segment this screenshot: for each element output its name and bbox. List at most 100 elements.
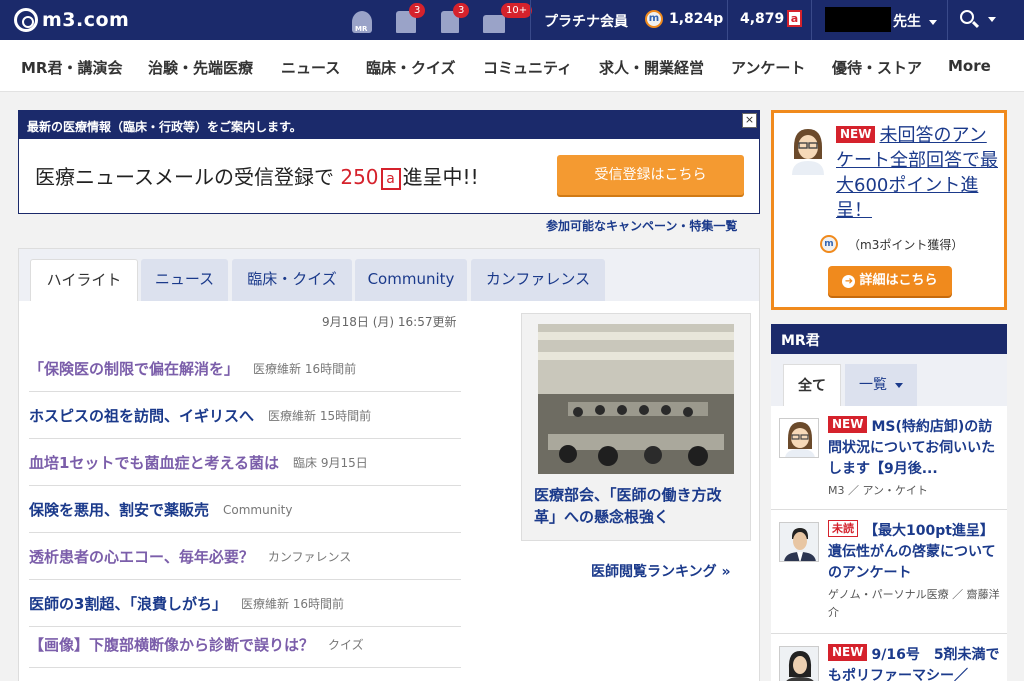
m3-point-icon: m bbox=[820, 235, 838, 253]
meeting-photo[interactable] bbox=[538, 324, 734, 474]
nav-item-more[interactable]: More bbox=[948, 57, 991, 75]
tab-news[interactable]: ニュース bbox=[141, 259, 228, 301]
nav-item-community[interactable]: コミュニティ bbox=[483, 57, 572, 78]
list-item[interactable]: 未読 【最大100pt進呈】遺伝性がんの啓蒙についてのアンケート ゲノム・パーソナ… bbox=[771, 510, 1007, 634]
redacted-username bbox=[825, 7, 891, 32]
news-meta: クイズ bbox=[328, 638, 364, 652]
promo-note: m （m3ポイント獲得） bbox=[820, 235, 963, 253]
news-item[interactable]: 透析患者の心エコー、毎年必要？ カンファレンス bbox=[29, 534, 461, 580]
avatar-illustration bbox=[780, 647, 818, 681]
highlight-panel: ハイライト ニュース 臨床・クイズ Community カンファレンス 9月18… bbox=[18, 248, 760, 681]
promo-link[interactable]: NEW 未回答のアンケート全部回答で最大600ポイント進呈！ bbox=[836, 123, 1004, 223]
gifts-badge: 10+ bbox=[501, 3, 533, 18]
news-title[interactable]: 医師の3割超、「浪費しがち」 bbox=[29, 593, 227, 614]
news-meta: 臨床 9月15日 bbox=[293, 456, 368, 470]
gift-icon[interactable]: 10+ bbox=[481, 3, 533, 33]
news-item[interactable]: 「保険医の制限で偏在解消を」 医療維新 16時間前 bbox=[29, 346, 461, 392]
news-meta: 医療維新 16時間前 bbox=[240, 597, 345, 611]
meeting-photo-graphic bbox=[538, 324, 734, 474]
register-button[interactable]: 受信登録はこちら bbox=[557, 155, 744, 195]
nav-item-clinical-trials[interactable]: 治験・先端医療 bbox=[148, 57, 253, 78]
tab-list-label: 一覧 bbox=[859, 377, 887, 393]
nav-item-mr-lecture[interactable]: MR君・講演会 bbox=[21, 57, 122, 78]
news-title[interactable]: ホスピスの祖を訪問、イギリスへ bbox=[29, 405, 254, 426]
news-title[interactable]: 【画像】下腹部横断像から診断で誤りは？ bbox=[29, 634, 314, 655]
chevron-down-icon bbox=[895, 382, 903, 388]
divider bbox=[811, 0, 812, 40]
list-item[interactable]: NEW MS(特約店卸)の訪問状況についてお伺いいたします【9月後... M3 ／… bbox=[771, 406, 1007, 510]
news-item[interactable]: ホスピスの祖を訪問、イギリスへ 医療維新 15時間前 bbox=[29, 393, 461, 439]
arrow-right-icon: ➜ bbox=[842, 275, 856, 288]
promo-note-text: （m3ポイント獲得） bbox=[848, 237, 964, 252]
news-title[interactable]: 血培1セットでも菌血症と考える菌は bbox=[29, 452, 279, 473]
close-icon[interactable]: × bbox=[742, 113, 757, 128]
m3-points[interactable]: 1,824p bbox=[669, 11, 723, 27]
banner-amount: 250 bbox=[340, 165, 379, 189]
mr-item-meta: M3 ／ アン・ケイト bbox=[828, 484, 928, 497]
tab-conference[interactable]: カンファレンス bbox=[471, 259, 605, 301]
news-meta: 医療維新 16時間前 bbox=[253, 362, 357, 376]
banner-text-before: 医療ニュースメールの受信登録で bbox=[35, 165, 334, 189]
news-item[interactable]: 保険を悪用、割安で薬販売 Community bbox=[29, 487, 461, 533]
top-bar: m3.com MR 3 3 10+ プラチナ会員 m 1,824p 4,879 … bbox=[0, 0, 1024, 40]
chevron-down-icon bbox=[929, 19, 937, 25]
nav-item-jobs[interactable]: 求人・開業経営 bbox=[599, 57, 704, 78]
action-point-icon: a bbox=[787, 10, 802, 27]
tab-all[interactable]: 全て bbox=[783, 364, 841, 406]
unread-badge: 未読 bbox=[828, 520, 858, 537]
news-title[interactable]: 「保険医の制限で偏在解消を」 bbox=[29, 358, 239, 379]
logo-text: m3.com bbox=[42, 9, 130, 31]
campaign-list-link[interactable]: 参加可能なキャンペーン・特集一覧 bbox=[546, 217, 737, 234]
new-badge: NEW bbox=[836, 126, 876, 143]
tab-highlight[interactable]: ハイライト bbox=[30, 259, 138, 301]
new-badge: NEW bbox=[828, 416, 868, 433]
search-icon[interactable] bbox=[960, 10, 974, 24]
tasks-icon[interactable]: 3 bbox=[437, 3, 470, 33]
m3-point-icon: m bbox=[645, 10, 663, 28]
content-tabs: ハイライト ニュース 臨床・クイズ Community カンファレンス bbox=[19, 249, 759, 301]
nav-item-clinical-quiz[interactable]: 臨床・クイズ bbox=[366, 57, 456, 78]
survey-promo: NEW 未回答のアンケート全部回答で最大600ポイント進呈！ m （m3ポイント獲… bbox=[771, 110, 1007, 310]
mr-item-title[interactable]: 未読 【最大100pt進呈】遺伝性がんの啓蒙についてのアンケート bbox=[828, 520, 1004, 584]
nav-item-news[interactable]: ニュース bbox=[281, 57, 340, 78]
news-meta: カンファレンス bbox=[267, 550, 352, 564]
news-item[interactable]: 【画像】下腹部横断像から診断で誤りは？ クイズ bbox=[29, 622, 461, 668]
nav-item-survey[interactable]: アンケート bbox=[731, 57, 805, 78]
list-item[interactable]: NEW 9/16号 5剤未満でもポリファーマシー／ bbox=[771, 634, 1007, 681]
news-title[interactable]: 保険を悪用、割安で薬販売 bbox=[29, 499, 209, 520]
tab-list[interactable]: 一覧 bbox=[845, 364, 917, 406]
m3-logo[interactable]: m3.com bbox=[14, 5, 129, 35]
detail-button-label: 詳細はこちら bbox=[859, 273, 938, 288]
update-timestamp: 9月18日 (月) 16:57更新 bbox=[322, 315, 457, 329]
messages-icon[interactable]: 3 bbox=[393, 3, 426, 33]
detail-button[interactable]: ➜ 詳細はこちら bbox=[828, 266, 952, 296]
news-meta: 医療維新 15時間前 bbox=[268, 409, 372, 423]
avatar-illustration bbox=[780, 523, 818, 561]
news-item[interactable]: 血培1セットでも菌血症と考える菌は 臨床 9月15日 bbox=[29, 440, 461, 486]
tab-clinical-quiz[interactable]: 臨床・クイズ bbox=[232, 259, 352, 301]
new-badge: NEW bbox=[828, 644, 868, 661]
mr-icon[interactable]: MR bbox=[349, 7, 375, 33]
feature-title[interactable]: 医療部会、「医師の働き方改革」への懸念根強く bbox=[534, 484, 744, 528]
tab-community[interactable]: Community bbox=[355, 259, 467, 301]
person-avatar bbox=[779, 646, 819, 681]
news-meta: Community bbox=[223, 502, 293, 517]
news-item[interactable]: 医師の3割超、「浪費しがち」 医療維新 16時間前 bbox=[29, 581, 461, 627]
news-mail-banner: 最新の医療情報（臨床・行政等）をご案内します。 × 医療ニュースメールの受信登録… bbox=[18, 110, 760, 214]
banner-message: 医療ニュースメールの受信登録で 250 a 進呈中!! bbox=[35, 161, 479, 190]
mr-item-title[interactable]: NEW 9/16号 5剤未満でもポリファーマシー／ bbox=[828, 644, 1004, 681]
news-title[interactable]: 透析患者の心エコー、毎年必要？ bbox=[29, 546, 254, 567]
ranking-link[interactable]: 医師閲覧ランキング » bbox=[591, 561, 731, 581]
nav-item-store[interactable]: 優待・ストア bbox=[832, 57, 922, 78]
mr-item-meta: ゲノム・パーソナル医療 ／ 齋藤洋介 bbox=[828, 588, 1000, 619]
mr-item-title[interactable]: NEW MS(特約店卸)の訪問状況についてお伺いいたします【9月後... bbox=[828, 416, 1004, 480]
user-menu[interactable]: 先生 bbox=[893, 11, 937, 31]
membership-level[interactable]: プラチナ会員 bbox=[544, 11, 628, 31]
user-suffix: 先生 bbox=[893, 14, 921, 30]
divider bbox=[727, 0, 728, 40]
action-points[interactable]: 4,879 bbox=[740, 11, 784, 27]
feature-article[interactable]: 医療部会、「医師の働き方改革」への懸念根強く bbox=[521, 313, 751, 541]
messages-badge: 3 bbox=[409, 3, 426, 18]
mr-icon-label: MR bbox=[355, 25, 368, 33]
search-chevron-down-icon[interactable] bbox=[988, 17, 996, 22]
